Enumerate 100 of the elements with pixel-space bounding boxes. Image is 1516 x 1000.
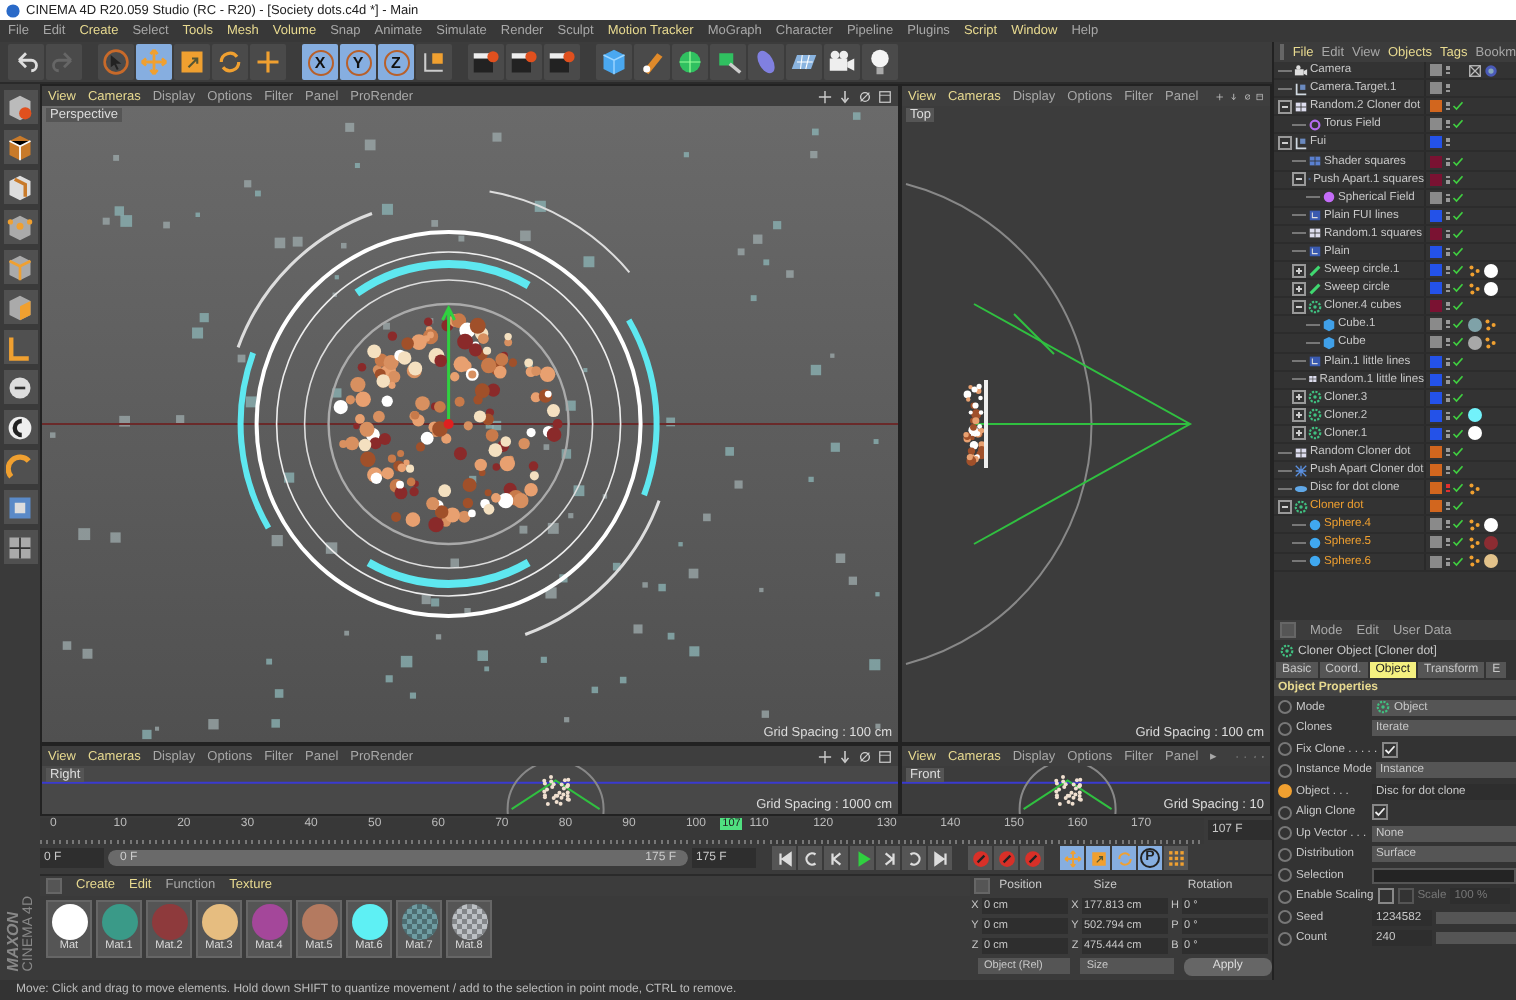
check-icon[interactable] [1451, 300, 1463, 313]
axis-lock-button[interactable]: Z [378, 44, 414, 80]
collapse-toggle-icon[interactable] [1278, 135, 1292, 150]
check-icon[interactable] [1451, 155, 1463, 168]
animation-dot[interactable] [1278, 931, 1292, 946]
check-icon[interactable] [1451, 409, 1463, 422]
playback-button[interactable] [928, 846, 952, 870]
check-icon[interactable] [1451, 209, 1463, 222]
layer-color-swatch[interactable] [1430, 118, 1442, 131]
animation-dot[interactable] [1278, 721, 1292, 736]
animation-dot[interactable] [1278, 910, 1292, 925]
render-tool-button[interactable] [544, 44, 580, 80]
add-tool-button[interactable] [250, 44, 286, 80]
layer-color-swatch[interactable] [1430, 518, 1442, 531]
animation-dot[interactable] [1278, 826, 1292, 841]
subdiv-tool-button[interactable] [672, 44, 708, 80]
expand-toggle-icon[interactable] [1292, 390, 1306, 405]
playback-button[interactable] [876, 846, 900, 870]
layer-color-swatch[interactable] [1430, 427, 1442, 440]
check-icon[interactable] [1451, 555, 1463, 568]
playback-button[interactable] [772, 846, 796, 870]
material-tag[interactable] [1483, 281, 1497, 296]
check-icon[interactable] [1451, 391, 1463, 404]
layer-color-swatch[interactable] [1430, 64, 1442, 77]
layer-color-swatch[interactable] [1430, 318, 1442, 331]
check-icon[interactable] [1451, 500, 1463, 513]
rotate-tool-button[interactable] [212, 44, 248, 80]
render-tool-button[interactable] [506, 44, 542, 80]
collapse-toggle-icon[interactable] [1278, 99, 1292, 114]
check-icon[interactable] [1451, 536, 1463, 549]
check-icon[interactable] [1451, 482, 1463, 495]
camera-tool-button[interactable] [824, 44, 860, 80]
slider-track[interactable] [1436, 932, 1516, 945]
expand-toggle-icon[interactable] [1292, 408, 1306, 423]
dots-tag-icon[interactable] [1483, 317, 1497, 332]
layer-color-swatch[interactable] [1430, 136, 1442, 149]
mode-button[interactable] [3, 370, 37, 404]
layer-color-swatch[interactable] [1430, 536, 1442, 549]
layer-color-swatch[interactable] [1430, 82, 1442, 95]
animation-dot[interactable] [1278, 700, 1292, 715]
layer-color-swatch[interactable] [1430, 355, 1442, 368]
playback-button[interactable] [850, 846, 874, 870]
check-icon[interactable] [1451, 373, 1463, 386]
record-button[interactable] [1020, 846, 1044, 870]
checkbox[interactable] [1381, 741, 1398, 758]
mode-button[interactable] [3, 490, 37, 524]
layer-color-swatch[interactable] [1430, 245, 1442, 258]
check-icon[interactable] [1451, 264, 1463, 277]
layer-color-swatch[interactable] [1430, 191, 1442, 204]
generator-tool-button[interactable] [710, 44, 746, 80]
expand-toggle-icon[interactable] [1292, 281, 1306, 296]
dots-tag-icon[interactable] [1467, 263, 1481, 278]
crossed-box-tag-icon[interactable] [1467, 63, 1481, 78]
layer-color-swatch[interactable] [1430, 264, 1442, 277]
material-tag[interactable] [1483, 517, 1497, 532]
playback-button[interactable] [902, 846, 926, 870]
expand-toggle-icon[interactable] [1292, 263, 1306, 278]
check-icon[interactable] [1451, 446, 1463, 459]
material-tag[interactable] [1467, 408, 1481, 423]
axis-lock-button[interactable]: X [302, 44, 338, 80]
mode-button[interactable] [3, 170, 37, 204]
slider-track[interactable] [1436, 911, 1516, 924]
coord-tool-button[interactable] [416, 44, 452, 80]
record-button[interactable] [968, 846, 992, 870]
check-icon[interactable] [1451, 427, 1463, 440]
check-icon[interactable] [1451, 191, 1463, 204]
render-tool-button[interactable] [468, 44, 504, 80]
layer-color-swatch[interactable] [1430, 173, 1442, 186]
layer-color-swatch[interactable] [1430, 227, 1442, 240]
layer-color-swatch[interactable] [1430, 409, 1442, 422]
select-tool-button[interactable] [98, 44, 134, 80]
record-button[interactable] [994, 846, 1018, 870]
dots-tag-icon[interactable] [1467, 554, 1481, 569]
mode-button[interactable] [3, 410, 37, 444]
scale-mode-button[interactable] [1086, 846, 1110, 870]
dots-tag-icon[interactable] [1467, 535, 1481, 550]
animation-dot[interactable] [1278, 889, 1292, 904]
layer-color-swatch[interactable] [1430, 482, 1442, 495]
collapse-toggle-icon[interactable] [1278, 499, 1292, 514]
check-icon[interactable] [1451, 245, 1463, 258]
layer-color-swatch[interactable] [1430, 155, 1442, 168]
checkbox[interactable] [1372, 804, 1388, 821]
target-tag-icon[interactable] [1483, 63, 1497, 78]
check-icon[interactable] [1451, 336, 1463, 349]
undo-tool-button[interactable] [8, 44, 44, 80]
check-icon[interactable] [1451, 318, 1463, 331]
animation-dot[interactable] [1278, 742, 1292, 757]
layer-color-swatch[interactable] [1430, 336, 1442, 349]
layer-color-swatch[interactable] [1430, 391, 1442, 404]
expand-toggle-icon[interactable] [1292, 426, 1306, 441]
animation-dot[interactable] [1278, 805, 1292, 820]
axis-lock-button[interactable]: Y [340, 44, 376, 80]
dots-tag-icon[interactable] [1467, 517, 1481, 532]
light-tool-button[interactable] [862, 44, 898, 80]
layer-color-swatch[interactable] [1430, 446, 1442, 459]
layer-color-swatch[interactable] [1430, 500, 1442, 513]
playback-button[interactable] [798, 846, 822, 870]
mode-button[interactable] [3, 130, 37, 164]
layer-color-swatch[interactable] [1430, 209, 1442, 222]
check-icon[interactable] [1451, 355, 1463, 368]
